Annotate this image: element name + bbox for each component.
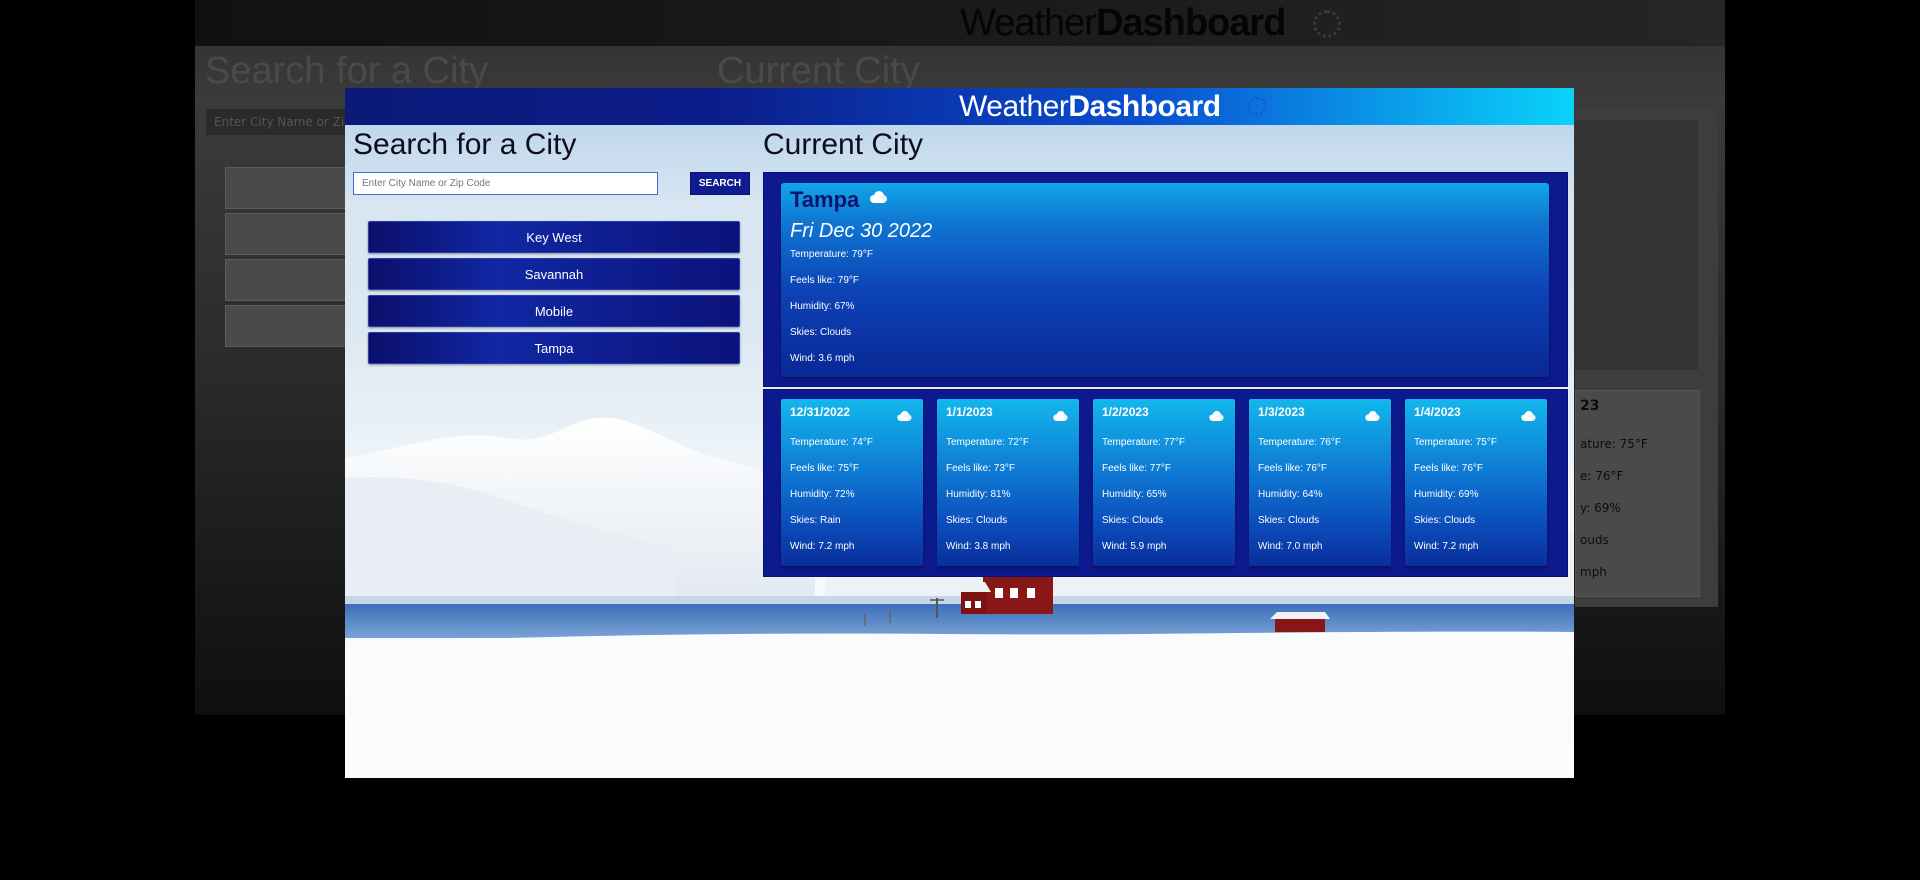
current-weather-card: Tampa Fri Dec 30 2022 Temperature: 79°F … <box>781 183 1549 377</box>
current-city-panel: Tampa Fri Dec 30 2022 Temperature: 79°F … <box>763 172 1568 387</box>
background-search-heading: Search for a City <box>205 50 488 92</box>
background-title: WeatherDashboard <box>960 2 1286 44</box>
forecast-skies: Skies: Clouds <box>1102 515 1164 526</box>
cloud-icon <box>1521 411 1536 421</box>
forecast-date: 1/3/2023 <box>1258 405 1305 419</box>
forecast-date: 12/31/2022 <box>790 405 851 419</box>
forecast-skies: Skies: Clouds <box>946 515 1008 526</box>
sun-icon <box>1248 97 1266 115</box>
forecast-wind: Wind: 7.2 mph <box>790 541 855 552</box>
current-city-name: Tampa <box>790 187 860 212</box>
forecast-date: 1/4/2023 <box>1414 405 1461 419</box>
weather-dashboard-app: WeatherDashboard Search for a City SEARC… <box>345 88 1574 778</box>
background-card-line: e: 76°F <box>1580 469 1624 483</box>
forecast-feels-like: Feels like: 73°F <box>946 463 1016 474</box>
cloud-icon <box>870 191 887 203</box>
forecast-feels-like: Feels like: 77°F <box>1102 463 1172 474</box>
app-title-light: Weather <box>959 90 1069 123</box>
current-wind: Wind: 3.6 mph <box>790 353 855 364</box>
forecast-skies: Skies: Clouds <box>1258 515 1320 526</box>
background-card-line: ouds <box>1580 533 1609 547</box>
history-button-tampa[interactable]: Tampa <box>368 332 740 364</box>
forecast-wind: Wind: 3.8 mph <box>946 541 1011 552</box>
forecast-temperature: Temperature: 74°F <box>790 437 873 448</box>
forecast-humidity: Humidity: 64% <box>1258 489 1323 500</box>
forecast-card: 1/3/2023 Temperature: 76°F Feels like: 7… <box>1249 399 1391 566</box>
forecast-card: 1/4/2023 Temperature: 75°F Feels like: 7… <box>1405 399 1547 566</box>
forecast-temperature: Temperature: 77°F <box>1102 437 1185 448</box>
background-card-line: y: 69% <box>1580 501 1621 515</box>
forecast-feels-like: Feels like: 76°F <box>1414 463 1484 474</box>
forecast-temperature: Temperature: 72°F <box>946 437 1029 448</box>
background-current-card <box>1575 120 1698 370</box>
forecast-wind: Wind: 7.0 mph <box>1258 541 1323 552</box>
current-skies: Skies: Clouds <box>790 327 852 338</box>
background-current-heading: Current City <box>717 50 920 92</box>
search-button[interactable]: SEARCH <box>690 172 750 195</box>
forecast-feels-like: Feels like: 75°F <box>790 463 860 474</box>
background-card-line: ature: 75°F <box>1580 437 1648 451</box>
forecast-card: 1/1/2023 Temperature: 72°F Feels like: 7… <box>937 399 1079 566</box>
forecast-feels-like: Feels like: 76°F <box>1258 463 1328 474</box>
forecast-wind: Wind: 7.2 mph <box>1414 541 1479 552</box>
background-search-input: Enter City Name or Zip <box>205 108 365 136</box>
forecast-humidity: Humidity: 65% <box>1102 489 1167 500</box>
background-card-line: mph <box>1580 565 1607 579</box>
cloud-icon <box>1209 411 1224 421</box>
current-temperature: Temperature: 79°F <box>790 249 873 260</box>
forecast-humidity: Humidity: 69% <box>1414 489 1479 500</box>
cloud-icon <box>1053 411 1068 421</box>
cloud-icon <box>1365 411 1380 421</box>
forecast-card: 1/2/2023 Temperature: 77°F Feels like: 7… <box>1093 399 1235 566</box>
history-button-savannah[interactable]: Savannah <box>368 258 740 290</box>
current-date: Fri Dec 30 2022 <box>790 220 933 242</box>
forecast-temperature: Temperature: 76°F <box>1258 437 1341 448</box>
forecast-skies: Skies: Rain <box>790 515 841 526</box>
history-button-key-west[interactable]: Key West <box>368 221 740 253</box>
app-title: WeatherDashboard <box>959 88 1221 125</box>
history-button-mobile[interactable]: Mobile <box>368 295 740 327</box>
search-heading: Search for a City <box>353 128 577 161</box>
forecast-humidity: Humidity: 81% <box>946 489 1011 500</box>
search-input[interactable] <box>353 172 658 195</box>
app-header: WeatherDashboard <box>345 88 1574 125</box>
forecast-skies: Skies: Clouds <box>1414 515 1476 526</box>
forecast-date: 1/1/2023 <box>946 405 993 419</box>
forecast-panel: 12/31/2022 Temperature: 74°F Feels like:… <box>763 389 1568 577</box>
forecast-date: 1/2/2023 <box>1102 405 1149 419</box>
forecast-card: 12/31/2022 Temperature: 74°F Feels like:… <box>781 399 923 566</box>
current-humidity: Humidity: 67% <box>790 301 855 312</box>
current-city-heading: Current City <box>763 128 924 161</box>
forecast-humidity: Humidity: 72% <box>790 489 855 500</box>
current-feels-like: Feels like: 79°F <box>790 275 860 286</box>
forecast-wind: Wind: 5.9 mph <box>1102 541 1167 552</box>
app-title-bold: Dashboard <box>1068 90 1221 123</box>
background-sun-icon <box>1313 10 1341 38</box>
background-card-date: 23 <box>1580 398 1600 414</box>
cloud-icon <box>897 411 912 421</box>
forecast-temperature: Temperature: 75°F <box>1414 437 1497 448</box>
